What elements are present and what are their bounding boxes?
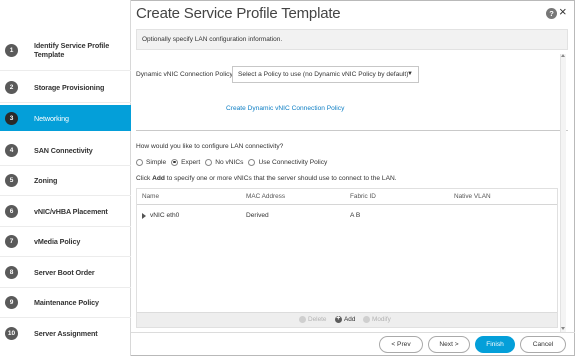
cell-name: vNIC eth0	[150, 212, 180, 219]
step-label: Networking	[34, 113, 69, 123]
close-icon[interactable]: ×	[559, 5, 567, 19]
step-zoning[interactable]: 5 Zoning	[0, 165, 131, 196]
radio-button[interactable]	[205, 158, 213, 166]
step-label: vMedia Policy	[34, 236, 81, 246]
step-label: SAN Connectivity	[34, 145, 93, 155]
info-add-keyword: Add	[152, 175, 165, 182]
vnic-policy-label: Dynamic vNIC Connection Policy:	[136, 71, 235, 78]
add-button[interactable]: Add	[335, 315, 356, 323]
add-label: Add	[344, 316, 356, 323]
lan-mode-radio-group: Simple Expert No vNICs Use Connectivity …	[136, 156, 332, 168]
step-number: 4	[5, 143, 18, 157]
divider	[0, 70, 131, 71]
radio-button[interactable]	[171, 158, 179, 166]
chevron-down-icon: ▼	[407, 71, 413, 77]
info-prefix: Click	[136, 175, 153, 182]
step-label: vNIC/vHBA Placement	[34, 206, 108, 216]
column-header-mac[interactable]: MAC Address	[246, 193, 285, 200]
step-san-connectivity[interactable]: 4 SAN Connectivity	[0, 135, 131, 166]
content-scrollbar[interactable]	[560, 54, 566, 332]
cell-mac: Derived	[246, 212, 269, 219]
step-maintenance-policy[interactable]: 9 Maintenance Policy	[0, 287, 131, 318]
footer-divider	[131, 332, 575, 333]
section-divider	[136, 130, 568, 131]
radio-use-connectivity-policy[interactable]: Use Connectivity Policy	[248, 158, 328, 166]
cancel-button[interactable]: Cancel	[520, 336, 566, 353]
step-number: 6	[5, 204, 18, 218]
radio-button[interactable]	[136, 158, 143, 166]
add-icon	[335, 315, 342, 323]
radio-label: Simple	[146, 158, 167, 166]
delete-button[interactable]: Delete	[299, 316, 326, 323]
step-number: 7	[5, 234, 18, 248]
scroll-down-arrow-icon[interactable]	[561, 327, 565, 330]
step-label: Storage Provisioning	[34, 82, 105, 92]
add-vnic-instructions: Click Add to specify one or more vNICs t…	[136, 175, 397, 182]
column-header-fabric[interactable]: Fabric ID	[350, 193, 376, 200]
vnic-table: Name MAC Address Fabric ID Native VLAN v…	[136, 188, 558, 328]
radio-label: Use Connectivity Policy	[258, 158, 328, 166]
delete-icon	[299, 316, 306, 323]
expand-arrow-icon[interactable]	[142, 213, 146, 219]
step-vmedia-policy[interactable]: 7 vMedia Policy	[0, 226, 131, 257]
step-number: 10	[5, 326, 18, 340]
step-server-boot-order[interactable]: 8 Server Boot Order	[0, 257, 131, 288]
modify-label: Modify	[372, 316, 391, 323]
prev-button[interactable]: < Prev	[379, 336, 423, 353]
modify-icon	[363, 316, 370, 323]
cell-fabric: A B	[350, 212, 361, 219]
step-label: Zoning	[34, 175, 58, 185]
radio-button[interactable]	[248, 158, 256, 166]
info-suffix: to specify one or more vNICs that the se…	[164, 175, 397, 182]
radio-expert[interactable]: Expert	[171, 158, 201, 166]
radio-label: No vNICs	[215, 158, 244, 166]
column-header-vlan[interactable]: Native VLAN	[454, 193, 491, 200]
table-header: Name MAC Address Fabric ID Native VLAN	[137, 189, 557, 205]
table-row[interactable]: vNIC eth0 Derived A B	[137, 205, 557, 225]
delete-label: Delete	[308, 316, 327, 323]
table-toolbar: Delete Add Modify	[137, 312, 557, 327]
lan-connectivity-question: How would you like to configure LAN conn…	[136, 143, 284, 150]
step-number: 9	[5, 295, 18, 309]
step-label: Server Assignment	[34, 328, 98, 338]
divider	[0, 101, 131, 103]
step-label: Server Boot Order	[34, 267, 95, 277]
vnic-policy-selected-value: Select a Policy to use (no Dynamic vNIC …	[238, 71, 409, 78]
step-number: 2	[5, 80, 18, 94]
wizard-sidebar: 1 Identify Service Profile Template 2 St…	[0, 0, 131, 356]
finish-button[interactable]: Finish	[475, 336, 515, 353]
step-label: Maintenance Policy	[34, 297, 99, 307]
column-header-name[interactable]: Name	[142, 193, 159, 200]
scroll-up-arrow-icon[interactable]	[561, 54, 565, 57]
radio-no-vnics[interactable]: No vNICs	[205, 158, 244, 166]
step-number: 5	[5, 173, 18, 187]
step-networking[interactable]: 3 Networking	[0, 105, 131, 131]
step-vnic-vhba-placement[interactable]: 6 vNIC/vHBA Placement	[0, 196, 131, 227]
step-server-assignment[interactable]: 10 Server Assignment	[0, 318, 131, 349]
step-label: Identify Service Profile Template	[34, 41, 110, 59]
dialog-subtitle: Optionally specify LAN configuration inf…	[142, 36, 283, 43]
help-icon[interactable]: ?	[546, 8, 557, 19]
next-button[interactable]: Next >	[428, 336, 470, 353]
step-number: 1	[5, 43, 18, 57]
step-identify-template[interactable]: 1 Identify Service Profile Template	[0, 29, 131, 71]
vnic-policy-select[interactable]: Select a Policy to use (no Dynamic vNIC …	[232, 66, 419, 83]
step-storage-provisioning[interactable]: 2 Storage Provisioning	[0, 72, 131, 103]
modify-button[interactable]: Modify	[363, 316, 391, 323]
dialog-title: Create Service Profile Template	[136, 5, 341, 22]
create-vnic-policy-link[interactable]: Create Dynamic vNIC Connection Policy	[226, 105, 344, 112]
step-number: 8	[5, 265, 18, 279]
radio-simple[interactable]: Simple	[136, 158, 167, 166]
radio-label: Expert	[181, 158, 201, 166]
step-number: 3	[5, 111, 18, 125]
